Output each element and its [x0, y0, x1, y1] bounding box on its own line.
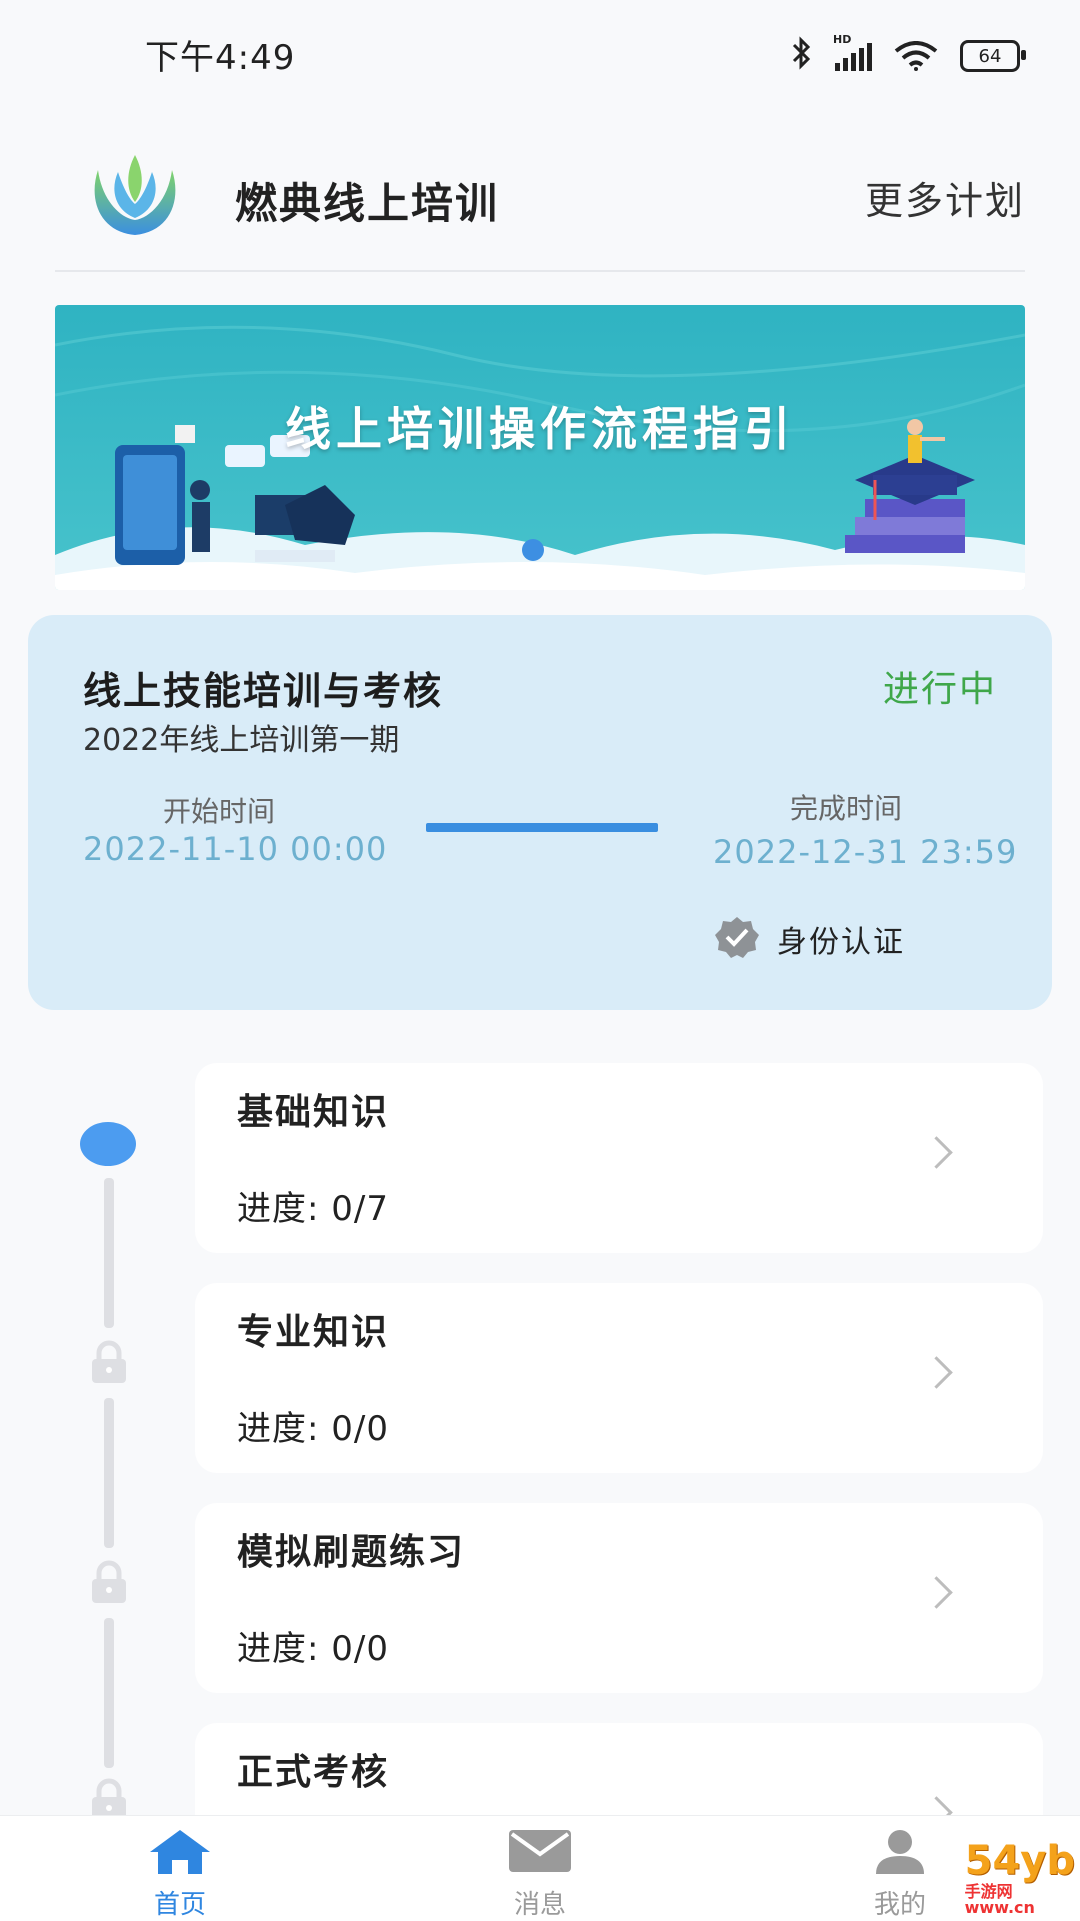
nav-messages-label: 消息	[513, 1890, 566, 1920]
site-watermark: 54yb 手游网 www.cn	[965, 1838, 1075, 1916]
identity-verify-button[interactable]: 身份认证	[713, 915, 905, 963]
end-time-value: 2022-12-31 23:59	[713, 833, 1018, 871]
watermark-domain: www.cn	[964, 1898, 1035, 1917]
user-icon	[868, 1828, 932, 1878]
more-plans-link[interactable]: 更多计划	[865, 170, 1025, 225]
start-time-label: 开始时间	[163, 795, 276, 828]
end-time-label: 完成时间	[790, 792, 903, 825]
app-logo-icon	[80, 140, 190, 250]
course-card[interactable]: 线上技能培训与考核 进行中 2022年线上培训第一期 开始时间 2022-11-…	[28, 615, 1052, 1010]
status-icons: HD 64	[791, 33, 1026, 76]
module-progress: 进度: 0/0	[237, 1629, 389, 1669]
cellular-signal-icon: HD	[833, 33, 872, 71]
chevron-right-icon	[920, 1136, 953, 1169]
lock-icon	[90, 1340, 128, 1384]
module-card-practice[interactable]: 模拟刷题练习 进度: 0/0	[195, 1503, 1043, 1693]
wifi-icon	[894, 41, 938, 71]
app-title: 燃典线上培训	[235, 179, 500, 228]
bluetooth-icon	[791, 36, 813, 76]
timeline-line	[104, 1398, 114, 1548]
status-bar: 下午4:49 HD 64	[0, 0, 1080, 100]
module-progress: 进度: 0/0	[237, 1409, 389, 1449]
nav-home-label: 首页	[153, 1890, 206, 1920]
mail-icon	[508, 1828, 572, 1878]
module-progress: 进度: 0/7	[237, 1189, 389, 1229]
course-status-badge: 进行中	[882, 669, 997, 710]
status-time: 下午4:49	[145, 38, 296, 78]
home-icon	[148, 1828, 212, 1878]
module-card-professional[interactable]: 专业知识 进度: 0/0	[195, 1283, 1043, 1473]
nav-home[interactable]: 首页	[105, 1828, 255, 1921]
identity-verify-label: 身份认证	[777, 925, 905, 960]
timeline-line	[104, 1618, 114, 1768]
lock-icon	[90, 1560, 128, 1604]
timeline-current-dot	[80, 1122, 136, 1166]
app-header: 燃典线上培训 更多计划	[55, 130, 1025, 272]
module-title: 专业知识	[237, 1312, 390, 1353]
nav-mine[interactable]: 我的	[825, 1828, 975, 1921]
watermark-logo: 54yb	[964, 1838, 1075, 1884]
guide-banner[interactable]: 线上培训操作流程指引	[55, 305, 1025, 590]
network-type-label: HD	[833, 33, 852, 46]
time-range-bar	[426, 823, 658, 832]
course-title: 线上技能培训与考核	[83, 669, 444, 713]
nav-mine-label: 我的	[873, 1890, 926, 1920]
verified-badge-icon	[713, 915, 761, 963]
battery-level: 64	[978, 45, 1002, 67]
chevron-right-icon	[920, 1356, 953, 1389]
battery-icon: 64	[960, 40, 1026, 72]
module-title: 模拟刷题练习	[237, 1532, 466, 1573]
start-time-value: 2022-11-10 00:00	[83, 830, 388, 868]
banner-title: 线上培训操作流程指引	[285, 402, 795, 456]
module-title: 正式考核	[237, 1752, 390, 1793]
module-card-basic[interactable]: 基础知识 进度: 0/7	[195, 1063, 1043, 1253]
bottom-nav: 首页 消息 我的 54yb 手游网 www.cn	[0, 1815, 1080, 1921]
course-subtitle: 2022年线上培训第一期	[83, 723, 400, 758]
chevron-right-icon	[920, 1576, 953, 1609]
module-title: 基础知识	[237, 1092, 390, 1133]
nav-messages[interactable]: 消息	[465, 1828, 615, 1921]
timeline-line	[104, 1178, 114, 1328]
